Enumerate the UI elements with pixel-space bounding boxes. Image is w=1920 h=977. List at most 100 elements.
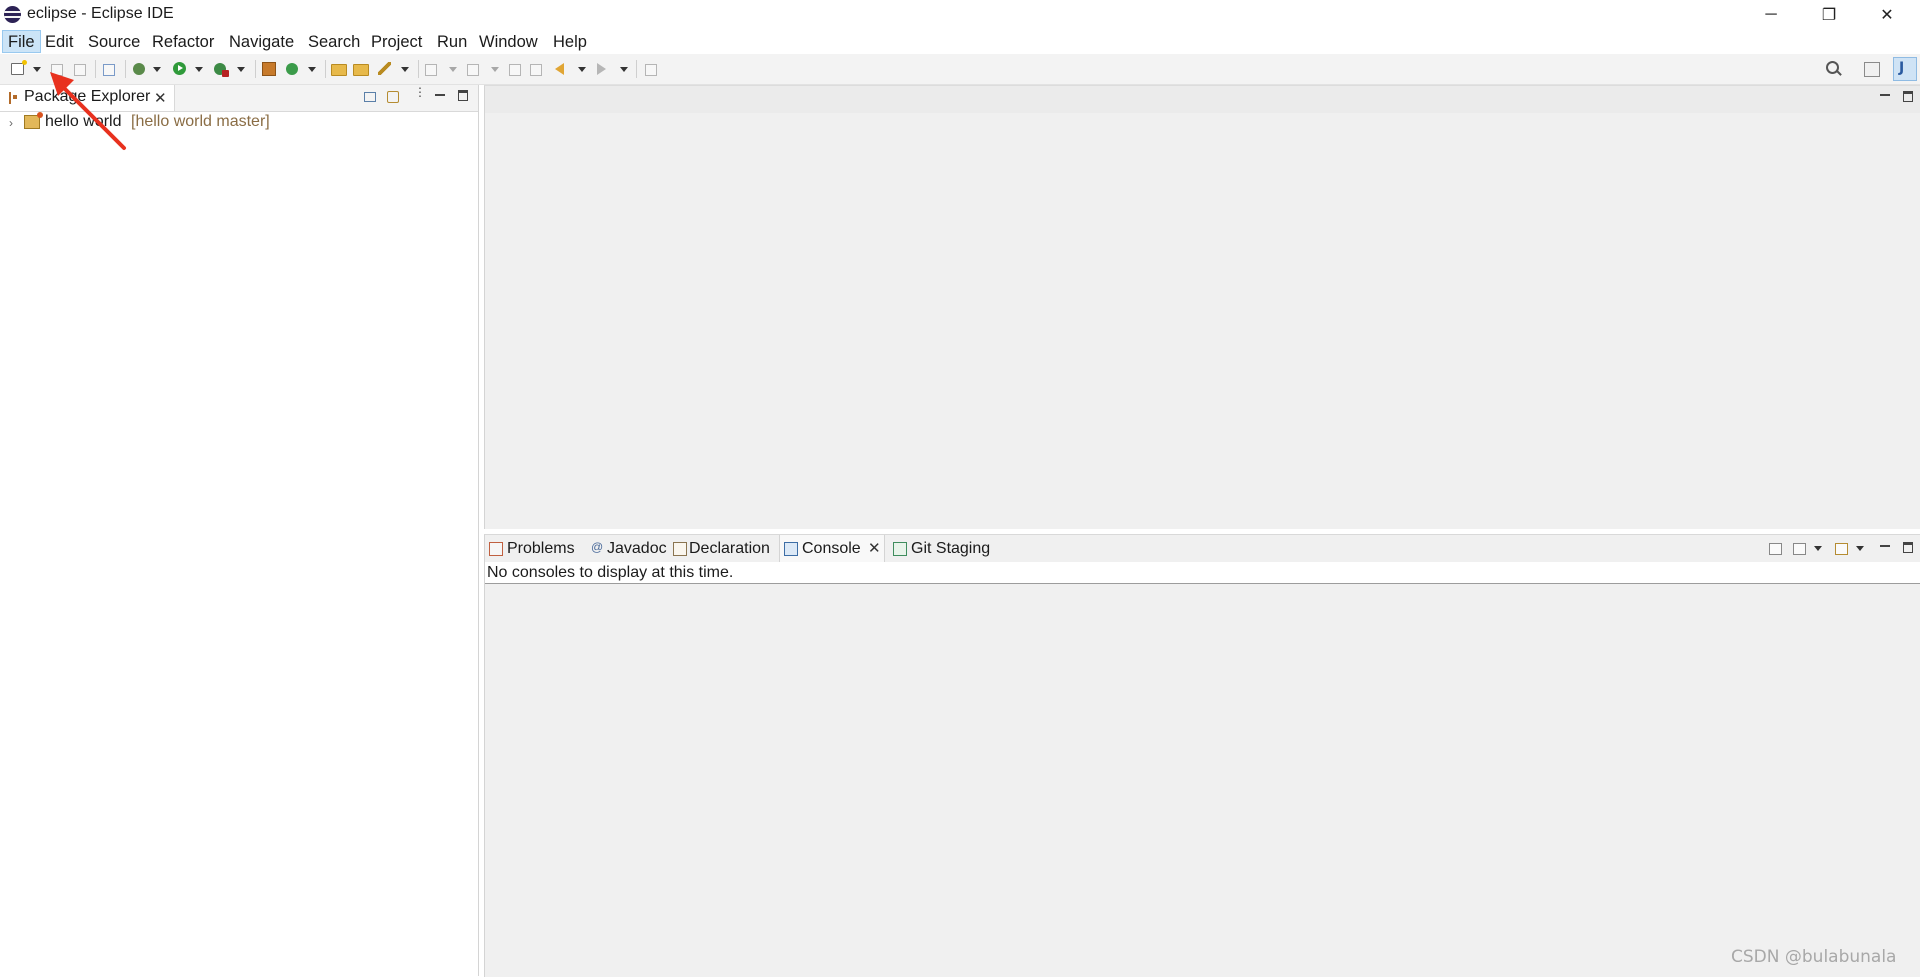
tab-declaration-label: Declaration: [689, 540, 770, 557]
console-message-area: No consoles to display at this time.: [485, 562, 1920, 584]
save-all-icon[interactable]: [74, 64, 86, 76]
next-annotation-icon[interactable]: [425, 64, 437, 76]
menu-source[interactable]: Source: [83, 31, 145, 53]
back-icon[interactable]: [555, 63, 564, 75]
display-console-dropdown-icon[interactable]: [1814, 546, 1822, 551]
pin-editor-icon[interactable]: [645, 64, 657, 76]
skip-breakpoints-icon[interactable]: [103, 64, 115, 76]
new-dropdown-icon[interactable]: [33, 67, 41, 72]
open-task-icon[interactable]: [353, 64, 369, 76]
new-java-class-icon[interactable]: [286, 63, 298, 75]
prev-annotation-dropdown-icon[interactable]: [491, 67, 499, 72]
minimize-editor-button[interactable]: [1880, 94, 1890, 96]
package-explorer-pane: Package Explorer ✕ ⋮ › hello world [hell…: [0, 85, 479, 976]
project-icon: [24, 112, 43, 129]
minimize-button[interactable]: ─: [1748, 0, 1794, 30]
new-class-dropdown-icon[interactable]: [308, 67, 316, 72]
external-tools-dropdown-icon[interactable]: [237, 67, 245, 72]
display-console-icon[interactable]: [1793, 543, 1806, 555]
collapse-all-icon[interactable]: [364, 92, 376, 102]
menu-search[interactable]: Search: [303, 31, 365, 53]
tab-git-staging-label: Git Staging: [911, 540, 991, 557]
tab-javadoc-label: Javadoc: [607, 540, 667, 557]
menu-project[interactable]: Project: [366, 31, 427, 53]
main-toolbar: [0, 54, 1920, 85]
tree-item-project[interactable]: › hello world [hello world master]: [0, 111, 478, 133]
next-annotation-dropdown-icon[interactable]: [449, 67, 457, 72]
open-perspective-icon[interactable]: [1864, 62, 1880, 77]
editor-tab-strip: [485, 86, 1920, 113]
tab-git-staging[interactable]: Git Staging: [889, 535, 999, 562]
window-title: eclipse - Eclipse IDE: [27, 5, 174, 22]
new-wizard-icon[interactable]: [11, 60, 27, 75]
last-edit-location-icon[interactable]: [509, 64, 521, 76]
tab-console[interactable]: Console ✕: [779, 535, 885, 562]
maximize-panel-button[interactable]: [1903, 542, 1913, 553]
tab-console-label: Console: [802, 540, 861, 557]
toolbar-separator: [255, 60, 256, 78]
open-type-icon[interactable]: [331, 64, 347, 76]
menu-navigate[interactable]: Navigate: [224, 31, 299, 53]
console-body: [485, 584, 1920, 977]
back-dropdown-icon[interactable]: [578, 67, 586, 72]
maximize-view-button[interactable]: [458, 90, 468, 101]
search-tool-icon[interactable]: [378, 62, 391, 75]
tab-javadoc[interactable]: @ Javadoc: [587, 535, 667, 562]
link-with-editor-icon[interactable]: [387, 91, 399, 103]
expand-chevron-icon[interactable]: ›: [9, 116, 13, 130]
java-perspective-icon[interactable]: [1893, 57, 1917, 81]
view-menu-icon[interactable]: ⋮: [414, 86, 426, 101]
toolbar-separator: [325, 60, 326, 78]
menu-file[interactable]: File: [2, 30, 41, 53]
menu-help[interactable]: Help: [548, 31, 592, 53]
package-explorer-tabbar: Package Explorer ✕ ⋮: [0, 85, 478, 112]
editor-area: [484, 85, 1920, 529]
toolbar-separator: [125, 60, 126, 78]
close-console-tab-button[interactable]: ✕: [868, 535, 881, 562]
tab-problems-label: Problems: [507, 540, 575, 557]
watermark: CSDN @bulabunala: [1731, 947, 1897, 967]
package-explorer-label: Package Explorer: [24, 88, 151, 105]
last-edit-location-alt-icon[interactable]: [530, 64, 542, 76]
run-icon[interactable]: [173, 62, 186, 75]
maximize-editor-button[interactable]: [1903, 91, 1913, 102]
close-tab-button[interactable]: ✕: [154, 89, 167, 107]
save-icon[interactable]: [51, 64, 63, 76]
minimize-view-button[interactable]: [435, 94, 445, 96]
menu-refactor[interactable]: Refactor: [147, 31, 219, 53]
close-window-button[interactable]: ✕: [1864, 0, 1910, 30]
tab-problems[interactable]: Problems: [485, 535, 581, 562]
debug-icon[interactable]: [133, 63, 145, 75]
debug-dropdown-icon[interactable]: [153, 67, 161, 72]
title-bar: eclipse - Eclipse IDE ─ ❐ ✕: [0, 0, 1920, 30]
forward-icon[interactable]: [597, 63, 606, 75]
prev-annotation-icon[interactable]: [467, 64, 479, 76]
open-console-dropdown-icon[interactable]: [1856, 546, 1864, 551]
package-explorer-icon: [9, 92, 17, 104]
toolbar-separator: [95, 60, 96, 78]
git-branch-decoration: [hello world master]: [131, 113, 270, 130]
declaration-icon: [673, 542, 687, 556]
menu-bar: File Edit Source Refactor Navigate Searc…: [0, 30, 1920, 54]
forward-dropdown-icon[interactable]: [620, 67, 628, 72]
open-console-icon[interactable]: [1835, 543, 1848, 555]
toolbar-separator: [418, 60, 419, 78]
search-dropdown-icon[interactable]: [401, 67, 409, 72]
eclipse-logo-icon: [4, 6, 21, 23]
menu-run[interactable]: Run: [432, 31, 472, 53]
menu-edit[interactable]: Edit: [40, 31, 78, 53]
external-tools-icon[interactable]: [214, 63, 229, 77]
search-icon[interactable]: [1826, 61, 1839, 74]
javadoc-icon: @: [591, 540, 604, 554]
project-name: hello world: [45, 113, 122, 130]
run-dropdown-icon[interactable]: [195, 67, 203, 72]
restore-button[interactable]: ❐: [1806, 0, 1852, 30]
minimize-panel-button[interactable]: [1880, 545, 1890, 547]
console-icon: [784, 542, 798, 556]
new-java-package-icon[interactable]: [262, 62, 276, 76]
bottom-panel: Problems @ Javadoc Declaration Console ✕…: [484, 534, 1920, 977]
pin-console-icon[interactable]: [1769, 543, 1782, 555]
tab-package-explorer[interactable]: Package Explorer ✕: [0, 85, 175, 111]
menu-window[interactable]: Window: [474, 31, 543, 53]
tab-declaration[interactable]: Declaration: [669, 535, 773, 562]
